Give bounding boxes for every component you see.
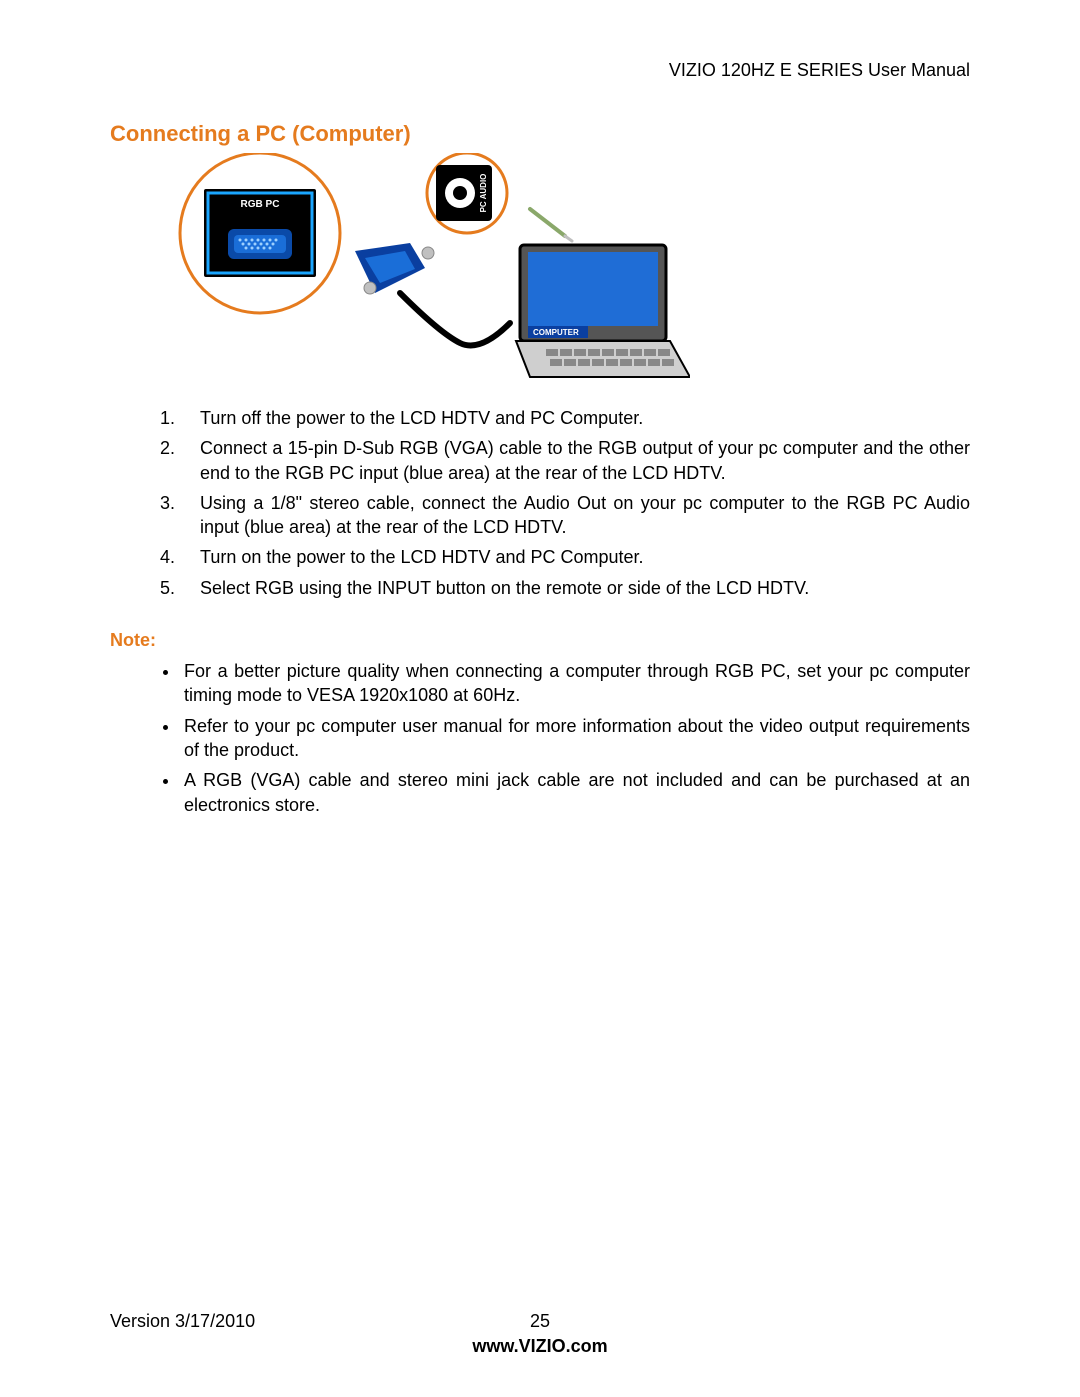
step-item: Turn on the power to the LCD HDTV and PC… bbox=[180, 545, 970, 569]
note-item: Refer to your pc computer user manual fo… bbox=[180, 714, 970, 763]
step-item: Turn off the power to the LCD HDTV and P… bbox=[180, 406, 970, 430]
footer-url: www.VIZIO.com bbox=[110, 1336, 970, 1357]
audio-cable-icon bbox=[530, 209, 572, 241]
connection-diagram: RGB PC PC AUDIO bbox=[170, 153, 970, 388]
vga-connector-icon bbox=[355, 243, 510, 346]
note-item: For a better picture quality when connec… bbox=[180, 659, 970, 708]
step-item: Select RGB using the INPUT button on the… bbox=[180, 576, 970, 600]
page-footer: Version 3/17/2010 25 www.VIZIO.com bbox=[110, 1311, 970, 1357]
note-heading: Note: bbox=[110, 630, 970, 651]
document-page: VIZIO 120HZ E SERIES User Manual Connect… bbox=[0, 0, 1080, 1397]
pc-audio-label: PC AUDIO bbox=[479, 174, 488, 213]
step-item: Connect a 15-pin D-Sub RGB (VGA) cable t… bbox=[180, 436, 970, 485]
rgb-pc-label: RGB PC bbox=[241, 199, 280, 210]
footer-version: Version 3/17/2010 bbox=[110, 1311, 255, 1332]
laptop-icon: COMPUTER bbox=[516, 245, 690, 377]
document-header: VIZIO 120HZ E SERIES User Manual bbox=[110, 60, 970, 81]
manual-title: VIZIO 120HZ E SERIES User Manual bbox=[669, 60, 970, 80]
computer-label: COMPUTER bbox=[533, 328, 579, 337]
note-item: A RGB (VGA) cable and stereo mini jack c… bbox=[180, 768, 970, 817]
step-item: Using a 1/8" stereo cable, connect the A… bbox=[180, 491, 970, 540]
section-heading: Connecting a PC (Computer) bbox=[110, 121, 970, 147]
steps-list: Turn off the power to the LCD HDTV and P… bbox=[110, 406, 970, 606]
notes-list: For a better picture quality when connec… bbox=[110, 659, 970, 823]
footer-page-number: 25 bbox=[530, 1311, 550, 1332]
